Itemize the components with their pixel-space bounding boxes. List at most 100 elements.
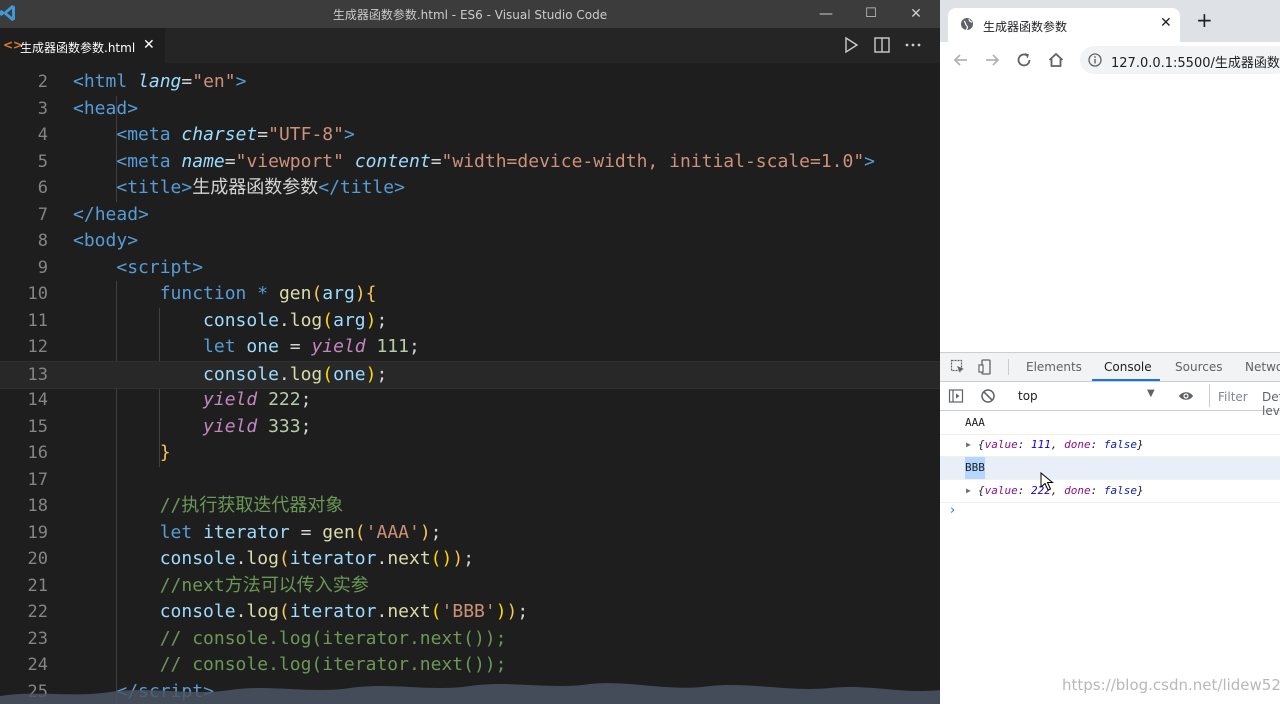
address-bar[interactable]: 127.0.0.1:5500/生成器函数参数.html xyxy=(1080,46,1280,74)
code-line[interactable]: 4 <meta charset="UTF-8"> xyxy=(0,122,940,148)
code-line[interactable]: 23 // console.log(iterator.next()); xyxy=(0,626,940,652)
info-icon[interactable] xyxy=(1088,53,1102,67)
tab-sources[interactable]: Sources xyxy=(1175,360,1222,374)
code-line[interactable]: 2 <html lang="en"> xyxy=(0,69,940,95)
code-line[interactable]: 8 <body> xyxy=(0,228,940,254)
browser-tab[interactable]: 生成器函数参数 ✕ xyxy=(948,8,1180,42)
code-line[interactable]: 24 // console.log(iterator.next()); xyxy=(0,652,940,678)
code-line[interactable]: 11 console.log(arg); xyxy=(0,308,940,334)
editor-tab[interactable]: <> 生成器函数参数.html ✕ xyxy=(0,28,165,64)
expand-triangle-icon[interactable]: ▶ xyxy=(966,434,971,456)
minimize-button[interactable]: — xyxy=(816,4,836,24)
reload-icon[interactable] xyxy=(1015,51,1033,69)
line-number: 23 xyxy=(27,628,48,649)
code-line[interactable]: 16 } xyxy=(0,440,940,466)
browser-toolbar: 127.0.0.1:5500/生成器函数参数.html xyxy=(940,42,1280,79)
expand-triangle-icon[interactable]: ▶ xyxy=(966,480,971,502)
line-number: 8 xyxy=(37,231,48,251)
code-text: <title>生成器函数参数</title> xyxy=(116,177,405,198)
browser-tab-title: 生成器函数参数 xyxy=(983,20,1068,34)
line-number: 3 xyxy=(37,98,48,119)
console-object-row[interactable]: ▶ {value: 111, done: false} xyxy=(940,434,1280,457)
code-line[interactable]: 6 <title>生成器函数参数</title> xyxy=(0,175,940,201)
console-object[interactable]: {value: 222, done: false} xyxy=(978,480,1144,502)
line-number: 16 xyxy=(27,443,48,463)
clear-console-icon[interactable] xyxy=(980,388,996,404)
code-text: <head> xyxy=(73,97,139,119)
new-tab-button[interactable]: + xyxy=(1196,10,1213,30)
code-text: <body> xyxy=(73,230,139,251)
code-line[interactable]: 19 let iterator = gen('AAA'); xyxy=(0,520,940,546)
home-icon[interactable] xyxy=(1047,51,1065,69)
code-line[interactable]: 17 xyxy=(0,467,940,493)
code-text: // console.log(iterator.next()); xyxy=(159,627,507,649)
vscode-titlebar: 生成器函数参数.html - ES6 - Visual Studio Code … xyxy=(0,0,940,28)
tab-close-icon[interactable]: ✕ xyxy=(143,37,155,53)
vscode-window: 生成器函数参数.html - ES6 - Visual Studio Code … xyxy=(0,0,940,704)
code-text: function * gen(arg){ xyxy=(159,283,377,304)
inspect-element-icon[interactable] xyxy=(950,359,966,375)
browser-tab-close-icon[interactable]: ✕ xyxy=(1160,15,1172,31)
console-object-row[interactable]: ▶ {value: 222, done: false} xyxy=(940,480,1280,503)
split-editor-icon[interactable] xyxy=(873,36,891,54)
code-text: //next方法可以传入实参 xyxy=(159,574,369,596)
code-text: <html lang="en"> xyxy=(73,71,247,92)
code-line[interactable]: 3 <head> xyxy=(0,96,940,122)
code-line[interactable]: 20 console.log(iterator.next()); xyxy=(0,546,940,572)
console-prompt[interactable]: › xyxy=(950,503,955,518)
code-line[interactable]: 22 console.log(iterator.next('BBB')); xyxy=(0,599,940,625)
code-line[interactable]: 5 <meta name="viewport" content="width=d… xyxy=(0,149,940,175)
dropdown-arrow-icon[interactable]: ▼ xyxy=(1147,388,1155,399)
devtools-tab-bar: Elements Console Sources Network xyxy=(940,353,1280,382)
line-number: 2 xyxy=(37,72,48,92)
code-line[interactable]: 21 //next方法可以传入实参 xyxy=(0,573,940,599)
console-message: BBB xyxy=(940,457,1280,480)
eye-icon[interactable] xyxy=(1178,388,1194,404)
show-sidebar-icon[interactable] xyxy=(948,388,964,404)
code-line[interactable]: 14 yield 222; xyxy=(0,387,940,413)
device-toolbar-icon[interactable] xyxy=(978,359,994,375)
back-arrow-icon[interactable] xyxy=(952,51,970,69)
line-number: 22 xyxy=(27,602,48,622)
tab-elements[interactable]: Elements xyxy=(1026,360,1082,374)
code-text: console.log(iterator.next('BBB')); xyxy=(159,601,529,622)
code-line[interactable]: 7 </head> xyxy=(0,202,940,228)
close-window-button[interactable]: ✕ xyxy=(906,4,926,24)
video-edge-artifact xyxy=(0,683,940,704)
console-object[interactable]: {value: 111, done: false} xyxy=(978,434,1144,456)
window-title: 生成器函数参数.html - ES6 - Visual Studio Code xyxy=(332,8,608,22)
mouse-cursor-icon xyxy=(1040,472,1054,491)
line-number: 5 xyxy=(37,151,48,172)
console-toolbar: top ▼ Filter Default levels xyxy=(940,382,1280,418)
filter-input[interactable]: Filter xyxy=(1218,390,1248,404)
browser-tab-strip: 生成器函数参数 ✕ + xyxy=(940,0,1280,42)
context-selector[interactable]: top xyxy=(1018,389,1038,403)
more-actions-icon[interactable] xyxy=(904,36,922,54)
watermark-text: https://blog.csdn.net/lidew521 xyxy=(1062,676,1280,694)
code-text: let iterator = gen('AAA'); xyxy=(159,521,442,543)
code-line[interactable]: 13 console.log(one); xyxy=(0,360,940,389)
maximize-button[interactable]: ☐ xyxy=(861,4,881,24)
code-line[interactable]: 12 let one = yield 111; xyxy=(0,334,940,360)
line-number: 7 xyxy=(37,204,48,225)
tab-network[interactable]: Network xyxy=(1245,360,1280,374)
line-number: 4 xyxy=(37,125,48,145)
code-editor[interactable]: 2 <html lang="en"> 3 <head> 4 <meta charset=… xyxy=(0,68,940,704)
line-number: 18 xyxy=(27,496,48,516)
tab-console[interactable]: Console xyxy=(1104,360,1152,374)
line-number: 11 xyxy=(27,310,48,331)
code-line[interactable]: 18 //执行获取迭代器对象 xyxy=(0,493,940,519)
browser-window: 生成器函数参数 ✕ + 127.0.0.1:5500/生成器函数参数.html xyxy=(940,0,1280,704)
code-text: yield 222; xyxy=(203,389,312,410)
devtools-panel: Elements Console Sources Network top ▼ xyxy=(940,352,1280,704)
code-line[interactable]: 9 <script> xyxy=(0,255,940,281)
code-line[interactable]: 15 yield 333; xyxy=(0,414,940,440)
code-text: let one = yield 111; xyxy=(203,336,420,357)
code-line[interactable]: 10 function * gen(arg){ xyxy=(0,281,940,307)
line-number: 12 xyxy=(27,337,48,357)
run-icon[interactable] xyxy=(842,36,860,54)
forward-arrow-icon[interactable] xyxy=(983,51,1001,69)
console-message-text: AAA xyxy=(965,416,985,429)
code-text: <meta charset="UTF-8"> xyxy=(116,124,355,145)
code-text: <script> xyxy=(116,256,204,278)
